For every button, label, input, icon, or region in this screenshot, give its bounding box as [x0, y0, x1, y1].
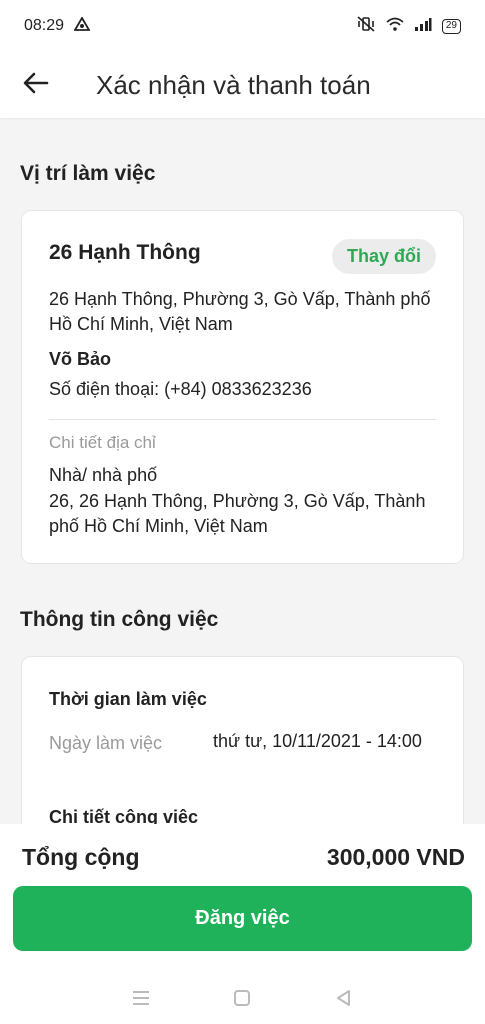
status-time: 08:29 — [24, 17, 65, 34]
checkout-footer: Tổng cộng 300,000 VND Đăng việc — [0, 824, 485, 976]
change-address-button[interactable]: Thay đổi — [331, 239, 436, 274]
signal-icon — [414, 17, 432, 36]
total-label: Tổng cộng — [22, 844, 140, 870]
work-time-title: Thời gian làm việc — [49, 689, 207, 709]
system-nav-bar — [0, 976, 485, 1024]
address-card: 26 Hạnh Thông Thay đổi 26 Hạnh Thông, Ph… — [21, 210, 464, 564]
back-button[interactable] — [0, 52, 72, 118]
post-job-button[interactable]: Đăng việc — [13, 886, 472, 951]
arrow-left-icon — [23, 72, 49, 99]
contact-phone: Số điện thoại: (+84) 0833623236 — [49, 379, 312, 399]
address-detail-value: 26, 26 Hạnh Thông, Phường 3, Gò Vấp, Thà… — [49, 491, 426, 536]
back-triangle-icon — [334, 988, 354, 1013]
page-title: Xác nhận và thanh toán — [96, 69, 371, 100]
address-name: 26 Hạnh Thông — [49, 241, 201, 264]
battery-icon: 29 — [441, 18, 461, 34]
address-full: 26 Hạnh Thông, Phường 3, Gò Vấp, Thành p… — [49, 289, 431, 334]
job-detail-title: Chi tiết công việc — [49, 807, 199, 824]
work-date-value: thứ tư, 10/11/2021 - 14:00 — [213, 731, 422, 751]
app-notification-icon — [73, 15, 91, 36]
mute-vibrate-icon — [356, 15, 376, 37]
total-value: 300,000 VND — [326, 844, 465, 870]
work-date-label: Ngày làm việc — [49, 733, 163, 753]
home-square-icon — [232, 988, 252, 1013]
system-back-button[interactable] — [324, 980, 364, 1020]
menu-icon — [131, 990, 151, 1011]
divider — [49, 419, 436, 420]
app-header: Xác nhận và thanh toán — [0, 52, 485, 118]
scroll-content[interactable]: Vị trí làm việc 26 Hạnh Thông Thay đổi 2… — [0, 118, 485, 824]
location-section-title: Vị trí làm việc — [20, 162, 156, 185]
home-button[interactable] — [222, 980, 262, 1020]
job-info-card: Thời gian làm việc Ngày làm việc thứ tư,… — [21, 656, 464, 824]
address-detail-label: Chi tiết địa chỉ — [49, 433, 156, 452]
status-bar: 08:29 29 — [0, 0, 485, 52]
wifi-icon — [386, 17, 404, 36]
job-section-title: Thông tin công việc — [20, 608, 219, 631]
house-type: Nhà/ nhà phố — [49, 465, 158, 485]
menu-button[interactable] — [121, 980, 161, 1020]
contact-name: Võ Bảo — [49, 349, 112, 369]
